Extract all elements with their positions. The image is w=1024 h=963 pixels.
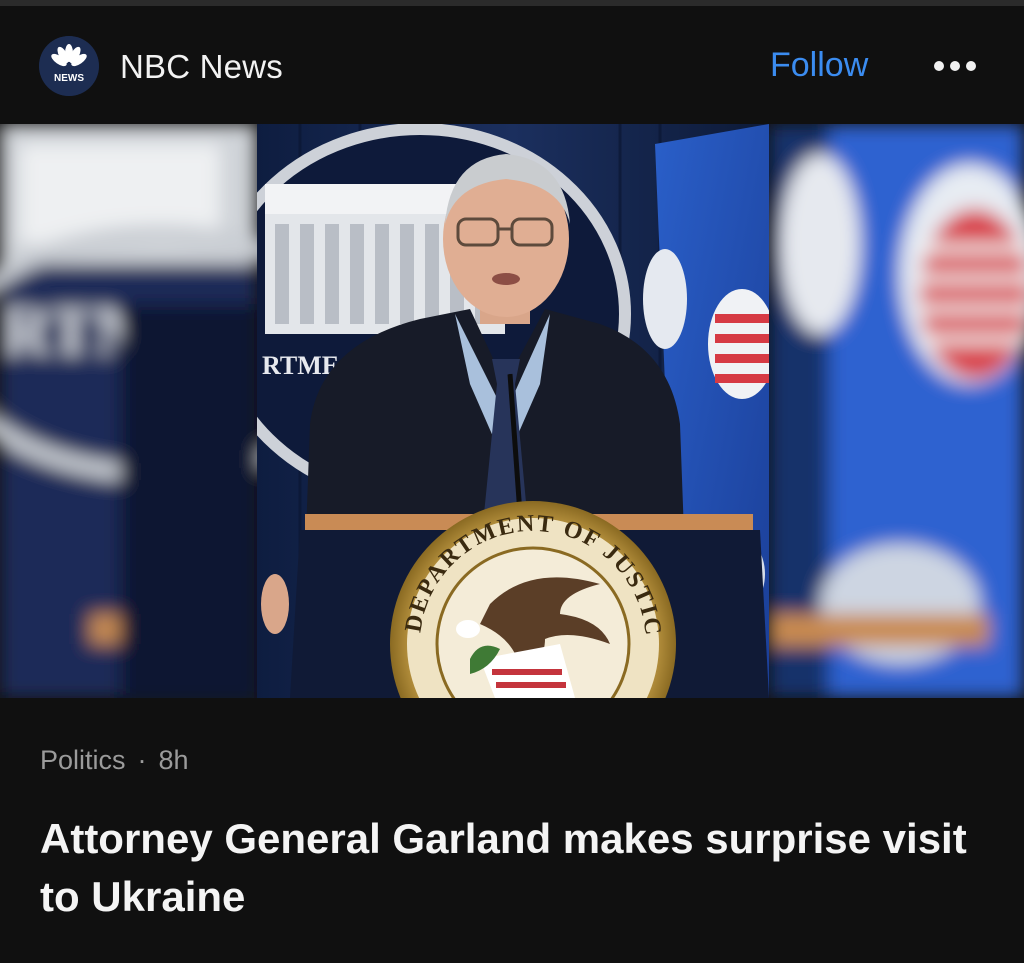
hero-image[interactable]: RTME RTME DEPARTMENT OF JUSTIC (0, 124, 1024, 698)
nbc-peacock-logo[interactable]: NEWS (39, 36, 99, 96)
category-label[interactable]: Politics (40, 745, 126, 775)
source-header: NEWS NBC News Follow (0, 6, 1024, 124)
blurred-right-panel (769, 124, 1024, 698)
article-age: 8h (158, 745, 189, 775)
press-conference-photo: RTME RTME DEPARTMENT OF JUSTIC (0, 124, 1024, 698)
logo-label: NEWS (54, 73, 84, 84)
meta-separator: · (137, 745, 147, 775)
peacock-icon: NEWS (39, 36, 99, 96)
follow-button[interactable]: Follow (770, 46, 868, 85)
article-meta: Politics · 8h (40, 745, 189, 776)
source-name[interactable]: NBC News (120, 48, 283, 86)
ellipsis-icon (934, 61, 976, 71)
more-options-button[interactable] (930, 54, 980, 78)
article-headline[interactable]: Attorney General Garland makes surprise … (40, 810, 980, 926)
